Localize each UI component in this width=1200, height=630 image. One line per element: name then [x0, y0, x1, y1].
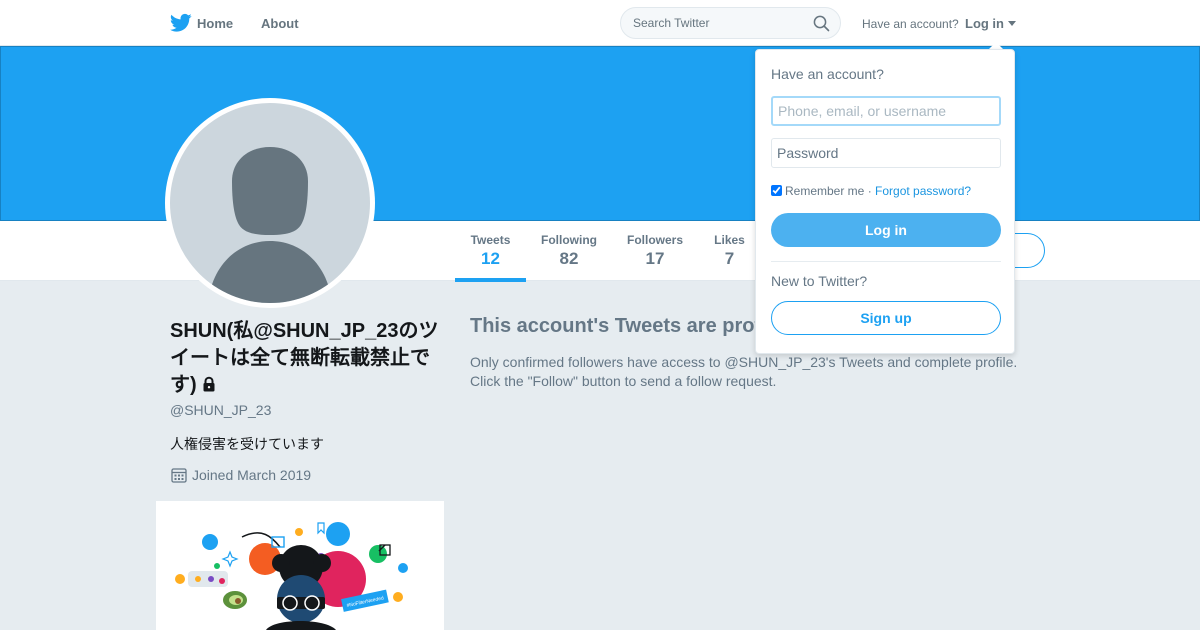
- login-dropdown-heading: Have an account?: [771, 66, 884, 82]
- username-field[interactable]: [771, 96, 1001, 126]
- stat-value: 82: [559, 249, 579, 268]
- remember-me-label[interactable]: Remember me: [785, 184, 864, 198]
- search-box: [620, 7, 841, 39]
- default-avatar-icon: [208, 147, 332, 303]
- chevron-down-icon[interactable]: [1008, 21, 1016, 26]
- promo-card[interactable]: #NoFilterNeeded: [156, 501, 444, 630]
- divider: [771, 261, 1001, 262]
- promo-illustration: #NoFilterNeeded: [175, 522, 408, 630]
- nav-about-link[interactable]: About: [261, 16, 299, 31]
- stat-label: Following: [541, 233, 597, 247]
- twitter-bird-icon[interactable]: [170, 13, 192, 33]
- stat-followers[interactable]: Followers 17: [627, 233, 683, 269]
- stat-tweets[interactable]: Tweets 12: [470, 233, 511, 269]
- joined-date: Joined March 2019: [192, 467, 312, 483]
- protected-description: Only confirmed followers have access to …: [470, 353, 1070, 391]
- remember-me-checkbox[interactable]: [771, 185, 782, 196]
- profile-handle[interactable]: @SHUN_JP_23: [170, 402, 271, 418]
- login-dropdown: Have an account? Remember me · Forgot pa…: [755, 49, 1015, 354]
- profile-bio: 人権侵害を受けています: [170, 436, 324, 452]
- calendar-icon: [171, 468, 187, 483]
- stat-following[interactable]: Following 82: [541, 233, 597, 269]
- stat-label: Followers: [627, 233, 684, 247]
- new-to-twitter-text: New to Twitter?: [771, 273, 868, 289]
- top-nav-bar: Home About Have an account? Log in: [0, 0, 1200, 46]
- separator-dot: ·: [864, 184, 876, 198]
- avatar[interactable]: [165, 98, 375, 308]
- have-account-text: Have an account?: [862, 17, 959, 31]
- lock-icon: [203, 376, 215, 392]
- active-tab-indicator: [455, 278, 526, 282]
- protected-line-2: Click the "Follow" button to send a foll…: [470, 373, 777, 389]
- stat-value: 12: [481, 249, 500, 268]
- stat-value: 7: [724, 249, 735, 268]
- nav-home-link[interactable]: Home: [197, 16, 233, 31]
- stat-likes[interactable]: Likes 7: [713, 233, 746, 269]
- search-icon[interactable]: [813, 15, 830, 32]
- remember-row: Remember me · Forgot password?: [771, 184, 971, 198]
- protected-line-1: Only confirmed followers have access to …: [470, 354, 1018, 370]
- stat-label: Tweets: [470, 233, 511, 247]
- stat-value: 17: [645, 249, 665, 268]
- login-menu-link[interactable]: Log in: [965, 16, 1004, 31]
- search-input[interactable]: [633, 8, 813, 38]
- forgot-password-link[interactable]: Forgot password?: [875, 184, 971, 198]
- stat-label: Likes: [714, 233, 745, 247]
- profile-name: SHUN(私@SHUN_JP_23のツイートは全て無断転載禁止です): [170, 318, 440, 399]
- login-button[interactable]: Log in: [771, 213, 1001, 247]
- password-field[interactable]: [771, 138, 1001, 168]
- signup-button[interactable]: Sign up: [771, 301, 1001, 335]
